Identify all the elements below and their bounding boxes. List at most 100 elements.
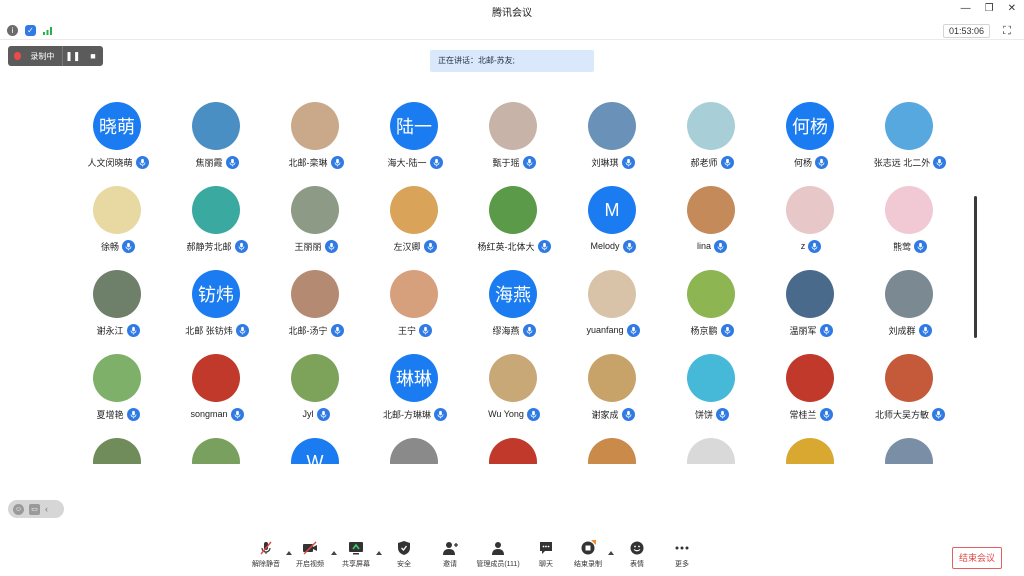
avatar: [588, 270, 636, 318]
participant-tile[interactable]: z: [761, 186, 861, 266]
participant-tile[interactable]: 北邮-汤宁: [266, 270, 366, 350]
avatar: [588, 438, 636, 464]
chat-bubble-icon[interactable]: ▭: [29, 503, 40, 515]
participant-tile[interactable]: 陆一 海大-陆一: [365, 102, 465, 182]
share-options-caret-icon[interactable]: [376, 551, 382, 555]
minimize-icon[interactable]: —: [961, 3, 971, 14]
avatar: [291, 354, 339, 402]
security-shield-icon: [398, 541, 410, 555]
recording-options-caret-icon[interactable]: [608, 551, 614, 555]
participant-tile[interactable]: 夏增艳: [68, 354, 168, 434]
invite-button[interactable]: 邀请: [430, 540, 470, 574]
more-button[interactable]: 更多: [662, 540, 702, 574]
mic-icon: [933, 155, 947, 169]
signal-icon[interactable]: [42, 25, 53, 36]
avatar: [390, 186, 438, 234]
participant-tile[interactable]: 熊莺: [860, 186, 960, 266]
scrollbar[interactable]: [974, 196, 977, 338]
avatar: [786, 186, 834, 234]
mic-icon: [122, 239, 135, 253]
participant-tile[interactable]: [464, 438, 564, 464]
mic-icon: [621, 155, 635, 169]
participant-tile[interactable]: lina: [662, 186, 762, 266]
shield-icon[interactable]: ✓: [25, 25, 36, 36]
avatar: [885, 102, 933, 150]
security-button[interactable]: 安全: [384, 540, 424, 574]
participant-tile[interactable]: 谢永江: [68, 270, 168, 350]
start-video-button[interactable]: 开启视频: [290, 540, 330, 574]
participant-tile[interactable]: 王丽丽: [266, 186, 366, 266]
speaking-indicator: 正在讲话：北邮-苏友;: [430, 50, 594, 72]
participant-tile[interactable]: 刘琳琪: [563, 102, 663, 182]
participant-tile[interactable]: 钫炜 北邮 张钫炜: [167, 270, 267, 350]
mic-icon: [235, 323, 249, 337]
mic-icon: [819, 323, 833, 337]
participant-tile[interactable]: 甄于瑶: [464, 102, 564, 182]
participant-tile[interactable]: [662, 438, 762, 464]
stop-recording-button[interactable]: ■: [83, 51, 103, 61]
participant-tile[interactable]: songman: [167, 354, 267, 434]
participant-tile[interactable]: 温丽军: [761, 270, 861, 350]
end-recording-button[interactable]: 结束录制: [568, 540, 608, 574]
participant-tile[interactable]: 晓萌 人文闵晓萌: [68, 102, 168, 182]
participant-name-line: 北师大吴方敏: [850, 406, 968, 422]
participant-tile[interactable]: 何杨 何杨: [761, 102, 861, 182]
participant-tile[interactable]: 北邮-栾琳: [266, 102, 366, 182]
participant-tile[interactable]: M Melody: [563, 186, 663, 266]
unmute-button[interactable]: 解除静音: [246, 540, 286, 574]
participant-tile[interactable]: 刘成群: [860, 270, 960, 350]
mic-icon: [808, 239, 822, 253]
participant-tile[interactable]: 王宁: [365, 270, 465, 350]
fullscreen-icon[interactable]: ⛶: [1000, 24, 1014, 38]
mic-icon: [429, 155, 443, 169]
manage-members-button[interactable]: 管理成员(111): [476, 540, 520, 574]
end-meeting-button[interactable]: 结束会议: [952, 547, 1002, 569]
participant-tile[interactable]: [860, 438, 960, 464]
avatar: [93, 186, 141, 234]
participant-tile[interactable]: 杨红英-北体大: [464, 186, 564, 266]
participant-tile[interactable]: 谢家成: [563, 354, 663, 434]
participant-tile[interactable]: Wu Yong: [464, 354, 564, 434]
avatar: [192, 186, 240, 234]
participant-tile[interactable]: [68, 438, 168, 464]
participant-tile[interactable]: 琳琳 北邮-方琳琳: [365, 354, 465, 434]
collapse-icon[interactable]: ‹: [45, 504, 48, 514]
emoji-icon[interactable]: ☺: [13, 503, 24, 515]
participant-tile[interactable]: yuanfang: [563, 270, 663, 350]
participant-tile[interactable]: [761, 438, 861, 464]
close-icon[interactable]: ✕: [1008, 3, 1016, 14]
participant-name: 王宁: [397, 325, 416, 336]
participant-tile[interactable]: [365, 438, 465, 464]
participant-name: 刘琳琪: [591, 157, 619, 168]
avatar: [93, 438, 141, 464]
reactions-label: 表情: [630, 561, 644, 568]
participant-tile[interactable]: 徐畅: [68, 186, 168, 266]
mic-icon: [626, 323, 640, 337]
mic-icon: [324, 239, 338, 253]
restore-icon[interactable]: ❐: [985, 3, 994, 14]
participant-tile[interactable]: [563, 438, 663, 464]
participant-name: 夏增艳: [96, 409, 124, 420]
participant-name: 熊莺: [892, 241, 911, 252]
participant-tile[interactable]: 左汉卿: [365, 186, 465, 266]
participant-tile[interactable]: 张志远 北二外: [860, 102, 960, 182]
participant-tile[interactable]: 饼饼: [662, 354, 762, 434]
muted-mic-icon: [260, 541, 272, 555]
pause-recording-button[interactable]: ❚❚: [63, 51, 83, 62]
participant-tile[interactable]: 杨京鹏: [662, 270, 762, 350]
reactions-button[interactable]: 表情: [617, 540, 657, 574]
info-icon[interactable]: i: [7, 25, 18, 36]
participant-tile[interactable]: 郝老师: [662, 102, 762, 182]
participant-tile[interactable]: [167, 438, 267, 464]
share-screen-button[interactable]: 共享屏幕: [336, 540, 376, 574]
participant-tile[interactable]: 郝静芳北邮: [167, 186, 267, 266]
participant-tile[interactable]: 常桂兰: [761, 354, 861, 434]
participant-tile[interactable]: 北师大吴方敏: [860, 354, 960, 434]
participant-tile[interactable]: Jyl: [266, 354, 366, 434]
participant-tile[interactable]: W: [266, 438, 366, 464]
participant-tile[interactable]: 焦丽霞: [167, 102, 267, 182]
participant-name: 北师大吴方敏: [874, 409, 929, 420]
participant-name: lina: [696, 241, 711, 251]
participant-tile[interactable]: 海燕 缪海燕: [464, 270, 564, 350]
chat-button[interactable]: 聊天: [526, 540, 566, 574]
